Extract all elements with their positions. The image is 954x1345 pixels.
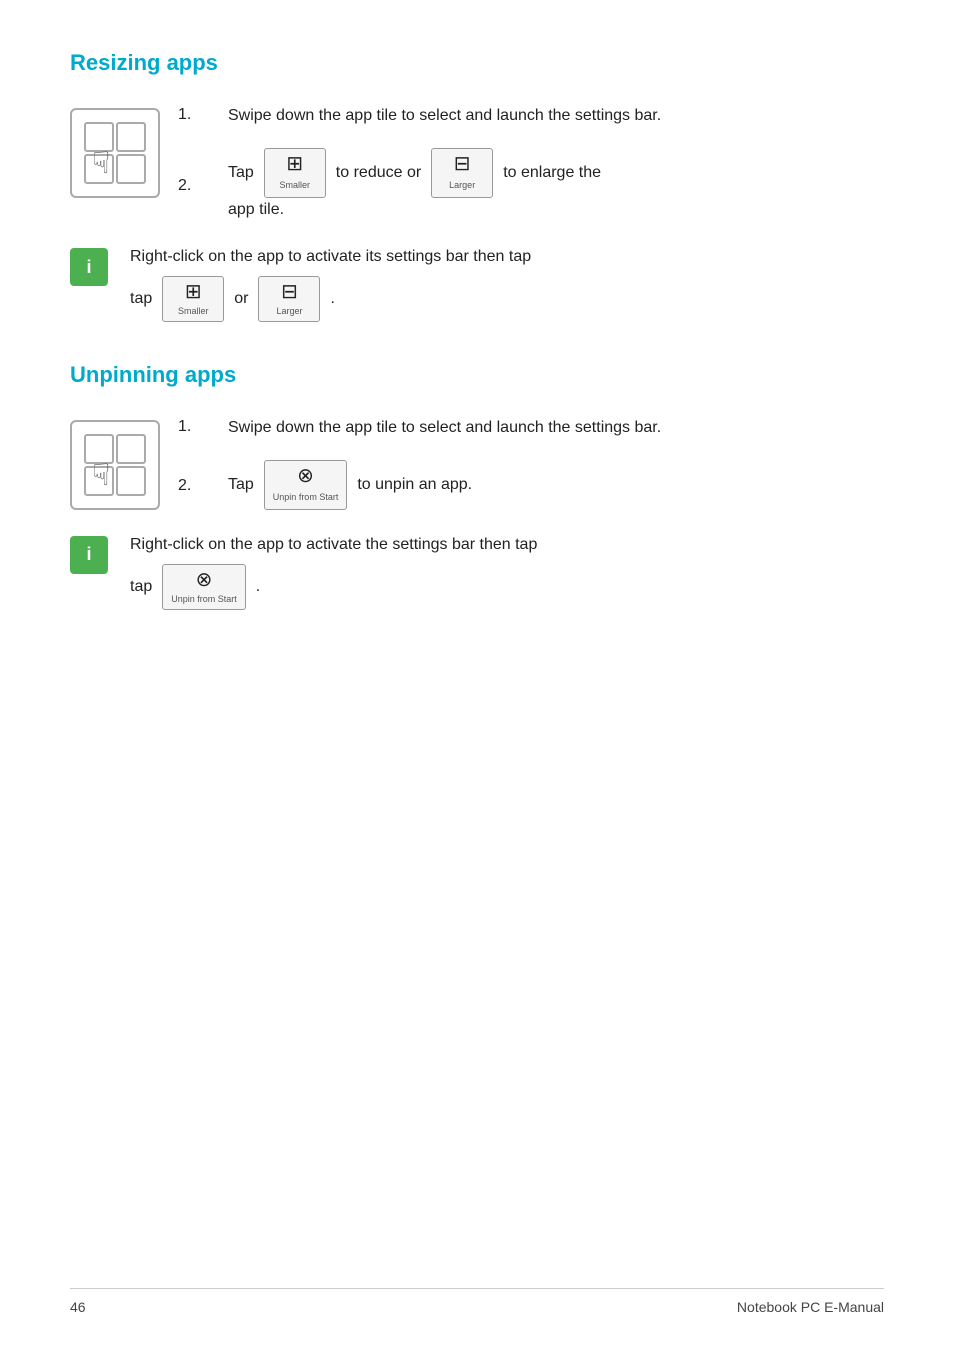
unpin-step2-content: Tap ⊗ Unpin from Start to unpin an app.	[228, 460, 884, 510]
green-tile-2: i	[70, 536, 108, 574]
smaller-label-1: Smaller	[280, 176, 311, 194]
unpin-step1-text: Swipe down the app tile to select and la…	[228, 416, 884, 440]
step2-mid: to reduce or	[336, 157, 421, 189]
unpin-label-2: Unpin from Start	[171, 592, 237, 606]
period-2: .	[256, 574, 260, 600]
step1-text: Swipe down the app tile to select and la…	[228, 104, 884, 128]
larger-icon: ⊟	[454, 154, 471, 174]
larger-label-2: Larger	[276, 304, 302, 318]
unpinning-note-row: i Right-click on the app to activate the…	[70, 532, 884, 610]
step2-continuation: app tile.	[228, 198, 884, 222]
step2-post: to enlarge the	[503, 157, 601, 189]
unpin-button-2[interactable]: ⊗ Unpin from Start	[162, 564, 246, 610]
unpin-step2-pre: Tap	[228, 469, 254, 501]
page-footer: 46 Notebook PC E-Manual	[70, 1288, 884, 1315]
unpinning-step1-row: ☟ 1. Swipe down the app tile to select a…	[70, 416, 884, 510]
resizing-title: Resizing apps	[70, 50, 884, 76]
resizing-step1-row: ☟ 1. Swipe down the app tile to select a…	[70, 104, 884, 222]
unpin-button-1[interactable]: ⊗ Unpin from Start	[264, 460, 348, 510]
book-title: Notebook PC E-Manual	[737, 1299, 884, 1315]
unpinning-note-text: Right-click on the app to activate the s…	[130, 532, 537, 558]
larger-button-2[interactable]: ⊟ Larger	[258, 276, 320, 322]
smaller-button-2[interactable]: ⊞ Smaller	[162, 276, 224, 322]
resizing-note-tap-line: tap ⊞ Smaller or ⊟ Larger .	[130, 276, 531, 322]
resizing-section: Resizing apps ☟ 1. Swipe down the app	[70, 50, 884, 322]
unpin-step2-number: 2.	[178, 475, 228, 495]
green-tile-1: i	[70, 248, 108, 286]
swipe-illustration-2: ☟	[70, 420, 160, 510]
tap-label-2: tap	[130, 574, 152, 600]
unpin-step2-post: to unpin an app.	[357, 469, 472, 501]
swipe-illustration-1: ☟	[70, 108, 160, 198]
unpin-icon-2: ⊗	[196, 570, 213, 590]
smaller-icon-2: ⊞	[185, 282, 202, 302]
step1-number: 1.	[178, 104, 228, 124]
larger-label-1: Larger	[449, 176, 475, 194]
unpinning-note-content: Right-click on the app to activate the s…	[130, 532, 537, 610]
smaller-label-2: Smaller	[178, 304, 209, 318]
unpin-step1-number: 1.	[178, 416, 228, 436]
resizing-note-text: Right-click on the app to activate its s…	[130, 244, 531, 270]
step2-pre: Tap	[228, 157, 254, 189]
svg-text:☟: ☟	[92, 459, 110, 492]
page-number: 46	[70, 1299, 86, 1315]
unpinning-section: Unpinning apps ☟ 1. Swipe down the app t…	[70, 362, 884, 610]
resizing-note-row: i Right-click on the app to activate its…	[70, 244, 884, 322]
unpinning-note-tap-line: tap ⊗ Unpin from Start .	[130, 564, 537, 610]
unpin-label-1: Unpin from Start	[273, 488, 339, 506]
smaller-button-1[interactable]: ⊞ Smaller	[264, 148, 326, 198]
larger-button-1[interactable]: ⊟ Larger	[431, 148, 493, 198]
step2-number: 2.	[178, 175, 228, 195]
larger-icon-2: ⊟	[281, 282, 298, 302]
tap-label-1: tap	[130, 286, 152, 312]
svg-text:☟: ☟	[92, 147, 110, 180]
resizing-note-content: Right-click on the app to activate its s…	[130, 244, 531, 322]
unpin-icon-1: ⊗	[297, 466, 314, 486]
period-1: .	[330, 286, 334, 312]
or-text-1: or	[234, 286, 248, 312]
smaller-icon: ⊞	[286, 154, 303, 174]
unpinning-title: Unpinning apps	[70, 362, 884, 388]
step2-content: Tap ⊞ Smaller to reduce or ⊟ Larger	[228, 148, 884, 222]
